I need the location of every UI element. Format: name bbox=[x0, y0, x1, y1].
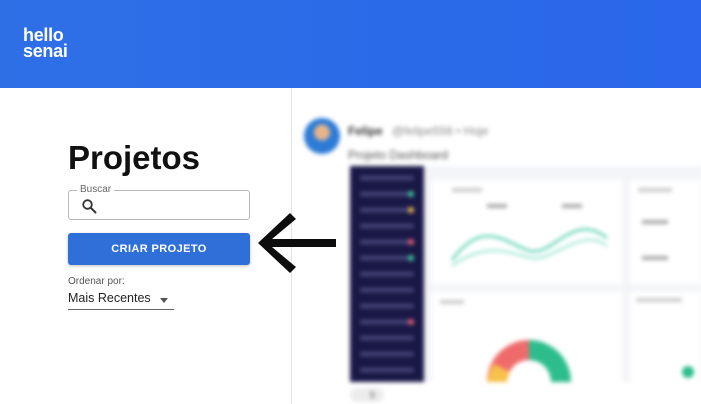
chevron-down-icon bbox=[160, 298, 168, 303]
search-input[interactable] bbox=[103, 197, 243, 215]
avatar[interactable] bbox=[304, 118, 340, 154]
preview-list-card bbox=[630, 292, 700, 382]
preview-line-chart bbox=[432, 180, 622, 284]
post-header: Felipe @felipe556 • Hoje bbox=[348, 124, 488, 138]
logo-line-2: senai bbox=[23, 41, 68, 61]
sort-label: Ordenar por: bbox=[68, 276, 125, 287]
project-preview-image[interactable] bbox=[350, 166, 701, 382]
comment-count-value: 5 bbox=[370, 390, 376, 400]
post-handle: @felipe556 bbox=[392, 124, 453, 138]
page-title: Projetos bbox=[68, 139, 201, 176]
project-feed: Felipe @felipe556 • Hoje Projeto Dashboa… bbox=[292, 88, 701, 404]
post-time: • Hoje bbox=[456, 124, 489, 138]
projects-panel: Projetos Buscar CRIAR PROJETO Ordenar po… bbox=[0, 88, 292, 404]
search-icon bbox=[82, 199, 97, 214]
post-author[interactable]: Felipe bbox=[348, 124, 383, 138]
sort-select[interactable]: Mais Recentes bbox=[68, 290, 174, 310]
search-field[interactable]: Buscar bbox=[68, 184, 250, 220]
create-project-button[interactable]: CRIAR PROJETO bbox=[68, 233, 250, 265]
preview-stats-card bbox=[630, 180, 700, 284]
top-header: hello senai bbox=[0, 0, 701, 88]
sort-selected-value: Mais Recentes bbox=[68, 291, 151, 305]
preview-sidebar bbox=[350, 166, 424, 382]
hello-senai-logo[interactable]: hello senai bbox=[23, 26, 68, 61]
comment-count[interactable]: 5 bbox=[350, 388, 384, 402]
search-label: Buscar bbox=[77, 184, 115, 195]
preview-gauge-chart bbox=[432, 292, 622, 382]
arrow-left-icon bbox=[258, 213, 336, 273]
post-title: Projeto Dashboard bbox=[348, 148, 449, 162]
